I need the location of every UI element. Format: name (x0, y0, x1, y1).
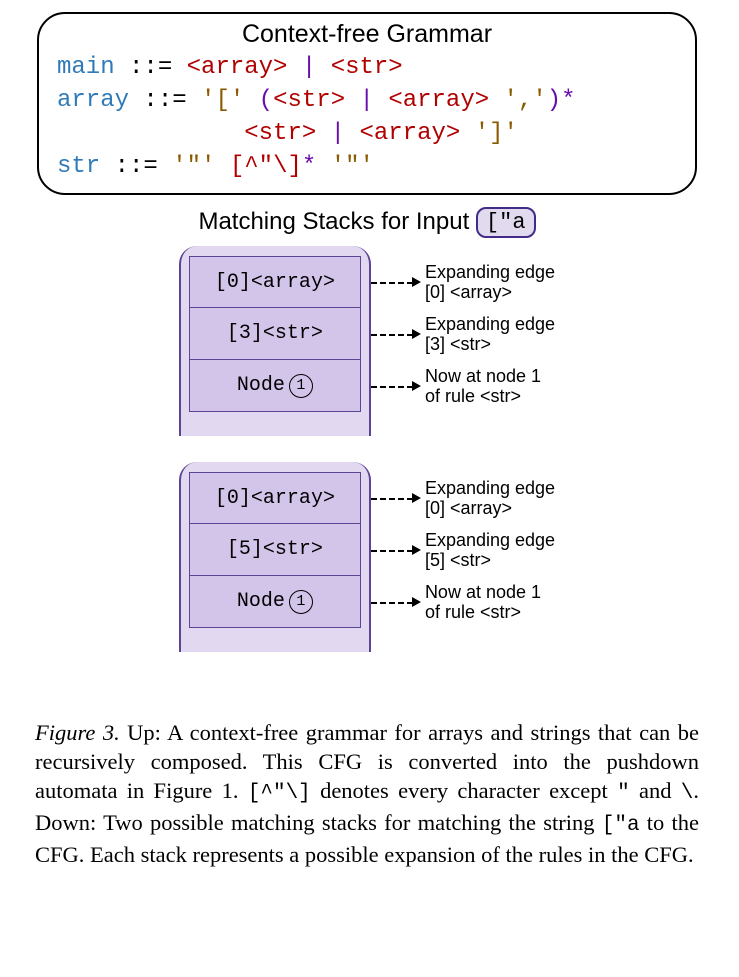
annotations-2: Expanding edge[0] <array> Expanding edge… (371, 462, 555, 628)
caption-charclass: [^"\] (248, 782, 311, 805)
arrow-icon (369, 281, 421, 283)
rule-name-array: array (57, 87, 129, 114)
figure-label: Figure 3. (35, 720, 120, 745)
annotation-row: Now at node 1of rule <str> (371, 360, 555, 412)
literal-comma: ',' (504, 87, 547, 114)
stack-cell: Node 1 (189, 576, 361, 628)
grammar-box: Context-free Grammar main ::= <array> | … (37, 12, 697, 195)
kleene-star: * (302, 153, 316, 180)
nonterminal-str: <str> (273, 87, 345, 114)
annotation-row: Expanding edge[0] <array> (371, 256, 555, 308)
annot-line2: [5] <str> (425, 550, 491, 570)
pipe: | (331, 120, 345, 147)
annotation-text: Now at node 1of rule <str> (425, 366, 541, 406)
kleene-star: * (561, 87, 575, 114)
stacks-heading: Matching Stacks for Input ["a (35, 207, 699, 238)
heading-text: Matching Stacks for Input (198, 208, 469, 235)
lparen: ( (259, 87, 273, 114)
annot-line1: Expanding edge (425, 478, 555, 498)
stack-1: [0]<array> [3]<str> Node 1 (179, 246, 371, 436)
annot-line2: of rule <str> (425, 602, 521, 622)
arrow-icon (369, 601, 421, 603)
cell-text: [0]<array> (215, 487, 335, 510)
caption-text-3: and (630, 778, 681, 803)
pipe: | (302, 54, 316, 81)
annotation-text: Expanding edge[0] <array> (425, 478, 555, 518)
op-defines: ::= (129, 54, 172, 81)
literal-lbracket: '[' (201, 87, 244, 114)
arrow-icon (369, 497, 421, 499)
stack-2: [0]<array> [5]<str> Node 1 (179, 462, 371, 652)
op-defines: ::= (143, 87, 186, 114)
annot-line2: of rule <str> (425, 386, 521, 406)
cell-text: [5]<str> (227, 538, 323, 561)
stack-cell: [0]<array> (189, 472, 361, 524)
literal-quote: '"' (172, 153, 215, 180)
caption-backslash: \ (681, 782, 694, 805)
stacks-container: [0]<array> [3]<str> Node 1 Expanding edg… (35, 246, 699, 652)
node-id-circled: 1 (289, 590, 313, 614)
annot-line2: [0] <array> (425, 282, 512, 302)
grammar-title: Context-free Grammar (57, 20, 677, 49)
op-defines: ::= (115, 153, 158, 180)
literal-quote: '"' (331, 153, 374, 180)
stack-cell: [5]<str> (189, 524, 361, 576)
arrow-icon (369, 549, 421, 551)
annotation-text: Now at node 1of rule <str> (425, 582, 541, 622)
annot-line2: [0] <array> (425, 498, 512, 518)
arrow-icon (369, 333, 421, 335)
figure-caption: Figure 3. Up: A context-free grammar for… (35, 718, 699, 869)
annotation-row: Now at node 1of rule <str> (371, 576, 555, 628)
annotation-text: Expanding edge[5] <str> (425, 530, 555, 570)
annotation-row: Expanding edge[0] <array> (371, 472, 555, 524)
cell-text: [3]<str> (227, 322, 323, 345)
annot-line1: Now at node 1 (425, 582, 541, 602)
stack-cell: [0]<array> (189, 256, 361, 308)
caption-quote: " (617, 782, 630, 805)
arrow-icon (369, 385, 421, 387)
literal-rbracket: ']' (475, 120, 518, 147)
nonterminal-array: <array> (388, 87, 489, 114)
rule-name-main: main (57, 54, 115, 81)
nonterminal-array: <array> (187, 54, 288, 81)
nonterminal-array: <array> (359, 120, 460, 147)
annot-line1: Expanding edge (425, 262, 555, 282)
annot-line1: Now at node 1 (425, 366, 541, 386)
annotation-row: Expanding edge[5] <str> (371, 524, 555, 576)
rparen: ) (547, 87, 561, 114)
pipe: | (360, 87, 374, 114)
grammar-code: main ::= <array> | <str> array ::= '[' (… (57, 51, 677, 183)
stack-2-area: [0]<array> [5]<str> Node 1 Expanding edg… (179, 462, 555, 652)
char-class: [^"\] (230, 153, 302, 180)
annot-line1: Expanding edge (425, 314, 555, 334)
annotation-row: Expanding edge[3] <str> (371, 308, 555, 360)
stack-1-area: [0]<array> [3]<str> Node 1 Expanding edg… (179, 246, 555, 436)
nonterminal-str: <str> (244, 120, 316, 147)
caption-input: ["a (602, 814, 640, 837)
caption-text-2: denotes every character except (311, 778, 617, 803)
cell-text: [0]<array> (215, 271, 335, 294)
stack-cell: Node 1 (189, 360, 361, 412)
annot-line1: Expanding edge (425, 530, 555, 550)
node-id-circled: 1 (289, 374, 313, 398)
cell-prefix: Node (237, 590, 285, 613)
nonterminal-str: <str> (331, 54, 403, 81)
figure-panel: Context-free Grammar main ::= <array> | … (0, 0, 739, 977)
stack-cell: [3]<str> (189, 308, 361, 360)
annotation-text: Expanding edge[0] <array> (425, 262, 555, 302)
annot-line2: [3] <str> (425, 334, 491, 354)
cell-prefix: Node (237, 374, 285, 397)
input-pill: ["a (476, 207, 536, 238)
rule-name-str: str (57, 153, 100, 180)
annotations-1: Expanding edge[0] <array> Expanding edge… (371, 246, 555, 412)
annotation-text: Expanding edge[3] <str> (425, 314, 555, 354)
